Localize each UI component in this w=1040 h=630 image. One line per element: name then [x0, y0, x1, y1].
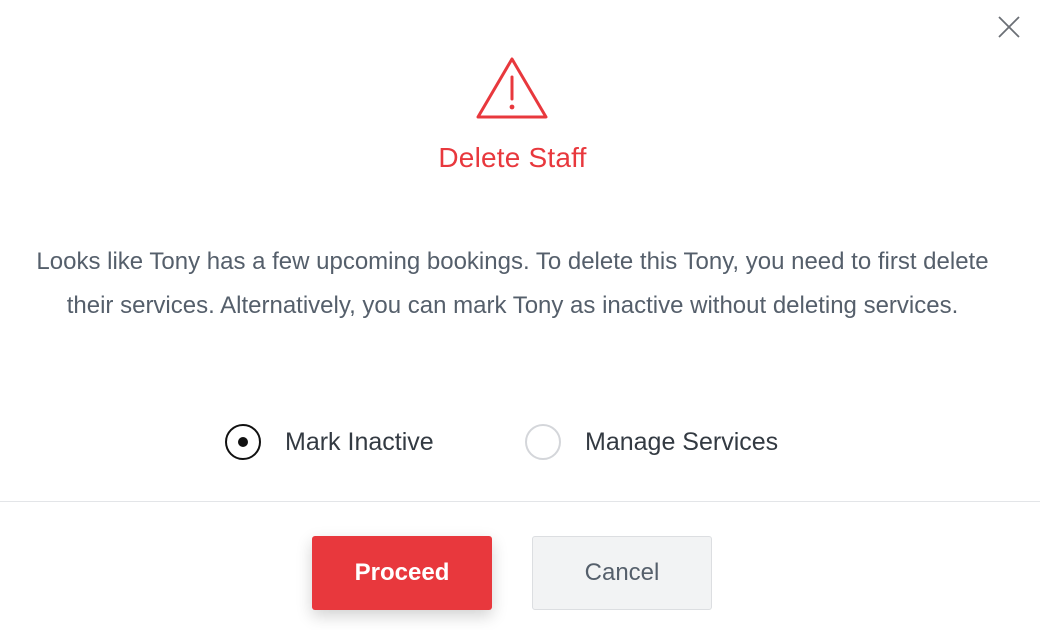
footer-divider [0, 501, 1040, 502]
delete-staff-dialog: Delete Staff Looks like Tony has a few u… [0, 0, 1040, 630]
cancel-button[interactable]: Cancel [532, 536, 712, 610]
dialog-title: Delete Staff [438, 142, 587, 173]
warning-icon [476, 57, 548, 119]
close-button[interactable] [994, 12, 1024, 42]
proceed-button[interactable]: Proceed [312, 536, 492, 610]
option-group: Mark Inactive Manage Services [0, 420, 1025, 464]
option-label-manage-services: Manage Services [585, 427, 779, 456]
option-label-mark-inactive: Mark Inactive [285, 427, 434, 456]
option-mark-inactive[interactable]: Mark Inactive [225, 420, 434, 464]
radio-manage-services[interactable] [525, 424, 561, 460]
radio-selected-dot [238, 437, 248, 447]
dialog-message: Looks like Tony has a few upcoming booki… [36, 248, 989, 319]
option-manage-services[interactable]: Manage Services [525, 420, 778, 464]
radio-mark-inactive[interactable] [225, 424, 261, 460]
close-icon [998, 16, 1020, 38]
